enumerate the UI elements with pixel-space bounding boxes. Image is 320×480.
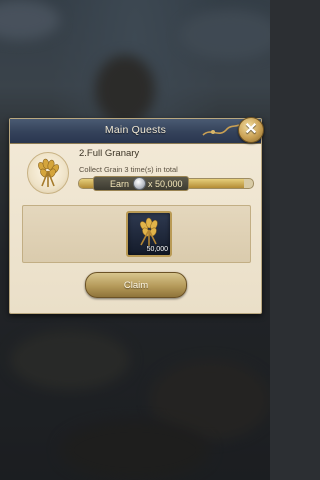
earn-reward-summary: Earn x 50,000 [93,176,189,191]
close-icon: ✕ [244,121,258,138]
quest-icon [27,152,69,194]
earn-label: Earn [110,178,130,189]
wheat-icon [38,158,60,187]
reward-item[interactable]: 50,000 [126,211,172,257]
close-button[interactable]: ✕ [238,117,264,143]
main-quests-dialog: Main Quests ✕ 2.Full Granary Collect Gra… [9,117,264,314]
ornament-decoration-icon [202,124,240,136]
dialog-header: Main Quests [10,119,261,144]
quest-title: 2.Full Granary [79,148,140,159]
quest-description: Collect Grain 3 time(s) in total [79,165,178,174]
earn-amount: x 50,000 [148,178,183,189]
claim-button[interactable]: Claim [85,272,187,298]
reward-quantity: 50,000 [146,246,168,253]
silver-coin-icon [133,177,147,190]
reward-panel: 50,000 [22,205,251,263]
